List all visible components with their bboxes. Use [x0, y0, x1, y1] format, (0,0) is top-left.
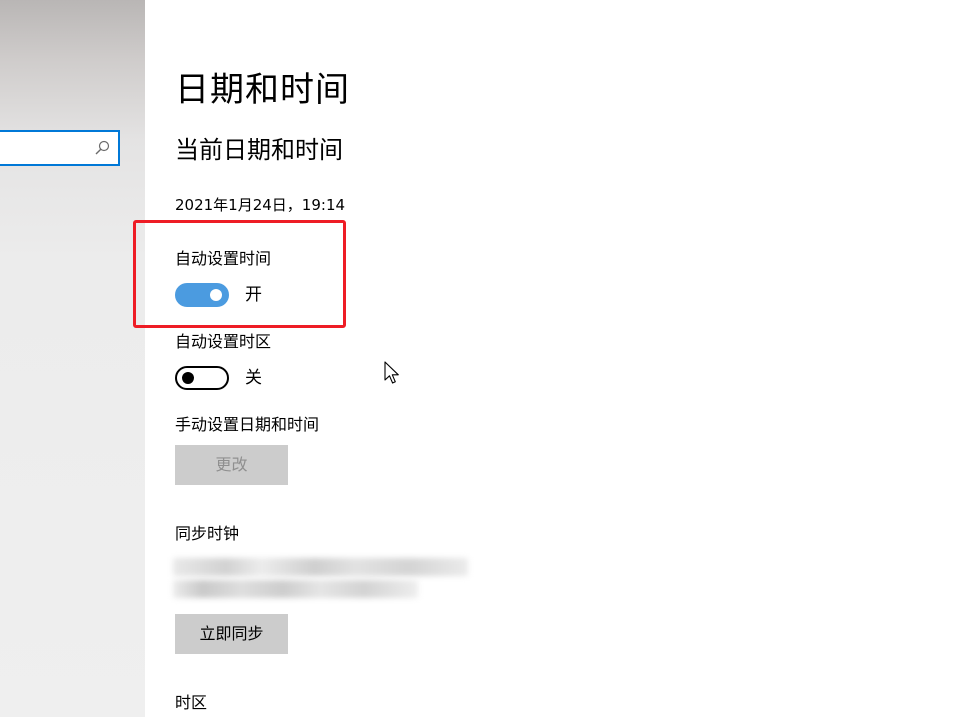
toggle-knob — [210, 289, 222, 301]
timezone-label: 时区 — [175, 693, 208, 712]
search-input[interactable] — [0, 130, 120, 166]
section-title: 当前日期和时间 — [175, 136, 343, 164]
auto-timezone-label: 自动设置时区 — [175, 332, 272, 351]
current-datetime: 2021年1月24日，19:14 — [175, 196, 346, 214]
toggle-knob — [182, 372, 194, 384]
auto-time-toggle[interactable] — [175, 283, 229, 307]
mouse-cursor-icon — [384, 361, 399, 384]
sync-clock-label: 同步时钟 — [175, 524, 240, 543]
sidebar — [0, 0, 145, 717]
manual-datetime-label: 手动设置日期和时间 — [175, 415, 320, 434]
change-button[interactable]: 更改 — [175, 445, 288, 485]
auto-time-label: 自动设置时间 — [175, 249, 272, 268]
page-title: 日期和时间 — [175, 70, 350, 110]
sync-now-button[interactable]: 立即同步 — [175, 614, 288, 654]
search-icon[interactable] — [94, 140, 110, 156]
auto-timezone-toggle[interactable] — [175, 366, 229, 390]
auto-timezone-state: 关 — [245, 368, 262, 388]
auto-time-state: 开 — [245, 285, 262, 305]
settings-content: 日期和时间 当前日期和时间 2021年1月24日，19:14 自动设置时间 开 … — [145, 0, 955, 717]
